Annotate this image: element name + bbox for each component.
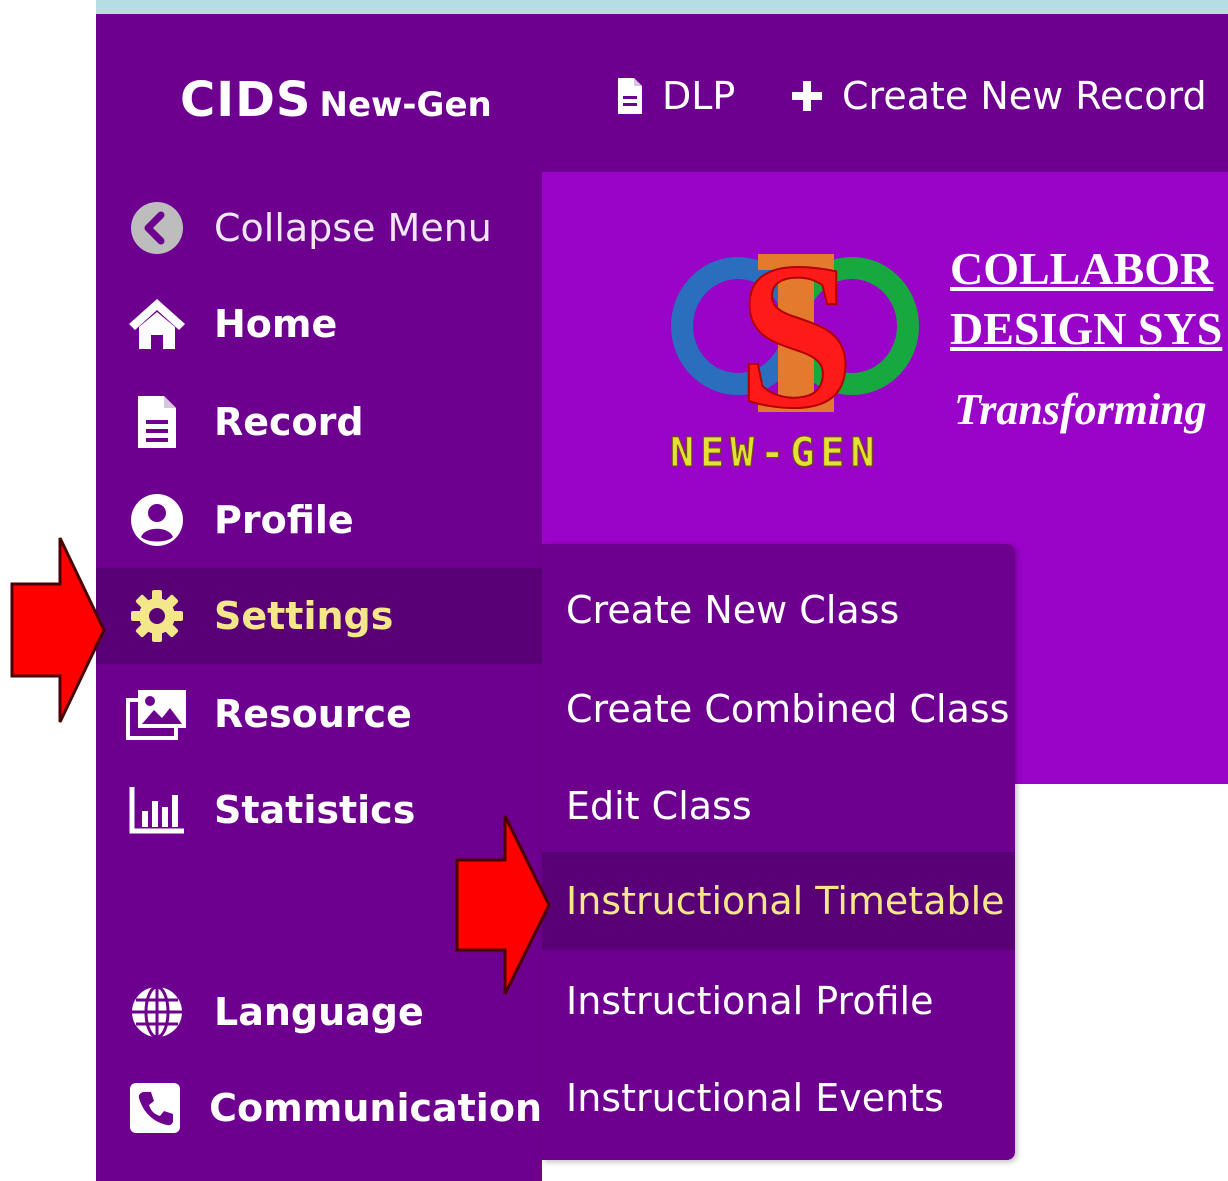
sidebar-item-label: Language bbox=[214, 990, 424, 1034]
sidebar-item-label: Home bbox=[214, 302, 338, 346]
logo-newgen-text: NEW-GEN bbox=[670, 430, 881, 477]
red-arrow-timetable-annotation bbox=[455, 815, 551, 995]
top-navbar: CIDS New-Gen DLP Create New Record bbox=[96, 14, 1228, 172]
bar-chart-icon bbox=[126, 779, 188, 841]
home-icon bbox=[126, 293, 188, 355]
nav-create-record-link[interactable]: Create New Record bbox=[790, 74, 1207, 118]
images-icon bbox=[126, 683, 188, 745]
plus-icon bbox=[792, 81, 822, 111]
sidebar-item-record[interactable]: Record bbox=[96, 374, 542, 470]
brand-name: CIDS bbox=[180, 72, 312, 128]
sidebar-item-label: Statistics bbox=[214, 788, 416, 832]
sidebar-item-communication[interactable]: Communication bbox=[96, 1060, 542, 1156]
submenu-item-instructional-profile[interactable]: Instructional Profile bbox=[542, 952, 1015, 1050]
submenu-item-create-new-class[interactable]: Create New Class bbox=[542, 561, 1015, 659]
user-circle-icon bbox=[126, 489, 188, 551]
app-frame: CIDSNew-Gen DLP Create New Record Colla bbox=[96, 14, 1228, 1181]
sidebar-item-resource[interactable]: Resource bbox=[96, 666, 542, 762]
sidebar-item-home[interactable]: Home bbox=[96, 276, 542, 372]
sidebar-item-label: Resource bbox=[214, 692, 412, 736]
document-icon bbox=[618, 78, 642, 114]
svg-text:S: S bbox=[738, 234, 855, 452]
sidebar-item-settings[interactable]: Settings bbox=[96, 568, 542, 664]
sidebar-item-label: Settings bbox=[214, 594, 394, 638]
banner-tagline: Transforming bbox=[954, 385, 1207, 434]
sidebar-item-label: Record bbox=[214, 400, 364, 444]
brand-suffix: New-Gen bbox=[319, 85, 492, 125]
sidebar-item-label: Collapse Menu bbox=[214, 206, 492, 250]
globe-icon bbox=[126, 981, 188, 1043]
sidebar-item-profile[interactable]: Profile bbox=[96, 472, 542, 568]
sidebar: Collapse Menu Home Record Profile Settin… bbox=[96, 172, 542, 1181]
window-top-border bbox=[96, 0, 1228, 14]
banner-title-line1: COLLABOR bbox=[950, 243, 1214, 294]
submenu-item-edit-class[interactable]: Edit Class bbox=[542, 757, 1015, 855]
gear-icon bbox=[126, 585, 188, 647]
sidebar-item-label: Profile bbox=[214, 498, 354, 542]
nav-create-record-label: Create New Record bbox=[842, 74, 1207, 118]
submenu-item-instructional-timetable[interactable]: Instructional Timetable bbox=[542, 852, 1015, 950]
sidebar-item-collapse-menu[interactable]: Collapse Menu bbox=[96, 180, 542, 276]
red-arrow-settings-annotation bbox=[10, 537, 106, 723]
settings-submenu: Create New Class Create Combined Class E… bbox=[542, 544, 1015, 1160]
phone-icon bbox=[126, 1077, 183, 1139]
brand-logo[interactable]: CIDS New-Gen bbox=[180, 72, 492, 128]
nav-dlp-link[interactable]: DLP bbox=[616, 74, 735, 118]
document-icon bbox=[126, 391, 188, 453]
nav-dlp-label: DLP bbox=[662, 74, 736, 118]
banner-title-line2: DESIGN SYS bbox=[950, 303, 1223, 354]
chevron-left-circle-icon bbox=[126, 197, 188, 259]
submenu-item-instructional-events[interactable]: Instructional Events bbox=[542, 1049, 1015, 1147]
submenu-item-create-combined-class[interactable]: Create Combined Class bbox=[542, 660, 1015, 758]
sidebar-item-label: Communication bbox=[209, 1086, 542, 1130]
